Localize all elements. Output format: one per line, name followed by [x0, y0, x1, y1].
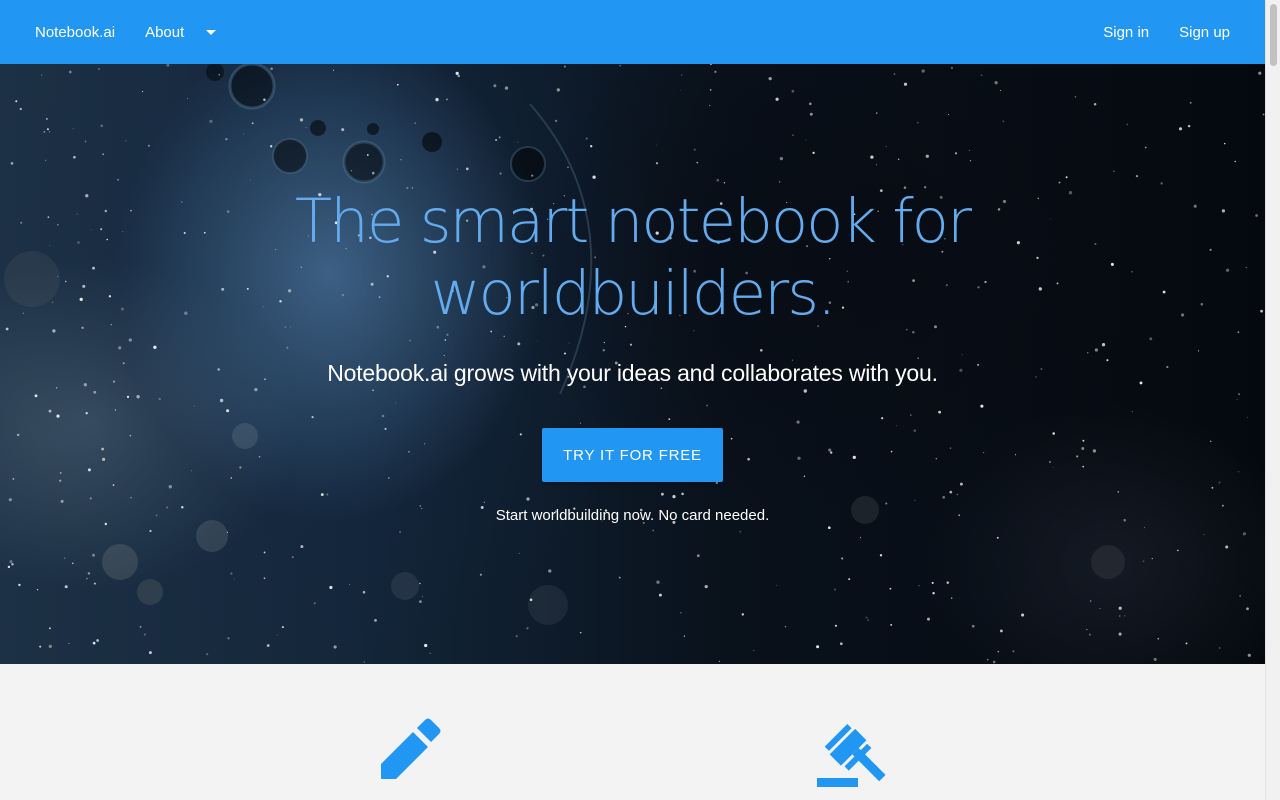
- about-label: About: [145, 23, 185, 41]
- nav-right: Sign in Sign up: [1103, 0, 1230, 64]
- brand-link[interactable]: Notebook.ai: [35, 24, 115, 41]
- hero-headline: The smart notebook for worldbuilders.: [0, 186, 1265, 330]
- features-section: [0, 664, 1265, 800]
- gavel-icon: [817, 723, 886, 787]
- no-card-note: Start worldbuilding now. No card needed.: [495, 507, 770, 524]
- hero-subheading: Notebook.ai grows with your ideas and co…: [327, 360, 938, 386]
- chevron-down-icon: [206, 29, 217, 35]
- hero-section: The smart notebook for worldbuilders. No…: [0, 64, 1265, 664]
- about-menu[interactable]: About: [145, 23, 217, 41]
- sign-up-link[interactable]: Sign up: [1179, 24, 1230, 41]
- top-navigation: Notebook.ai About Sign in Sign up: [0, 0, 1265, 64]
- headline-line-1: The smart notebook for: [294, 186, 972, 257]
- nav-left: Notebook.ai About: [35, 0, 217, 64]
- pencil-icon: [381, 718, 441, 779]
- sign-in-link[interactable]: Sign in: [1103, 24, 1149, 41]
- try-it-for-free-button[interactable]: TRY IT FOR FREE: [542, 428, 723, 482]
- headline-line-2: worldbuilders.: [430, 258, 837, 329]
- page-scrollbar[interactable]: [1265, 0, 1280, 800]
- scrollbar-thumb[interactable]: [1270, 4, 1277, 66]
- hero-content: The smart notebook for worldbuilders. No…: [0, 64, 1265, 664]
